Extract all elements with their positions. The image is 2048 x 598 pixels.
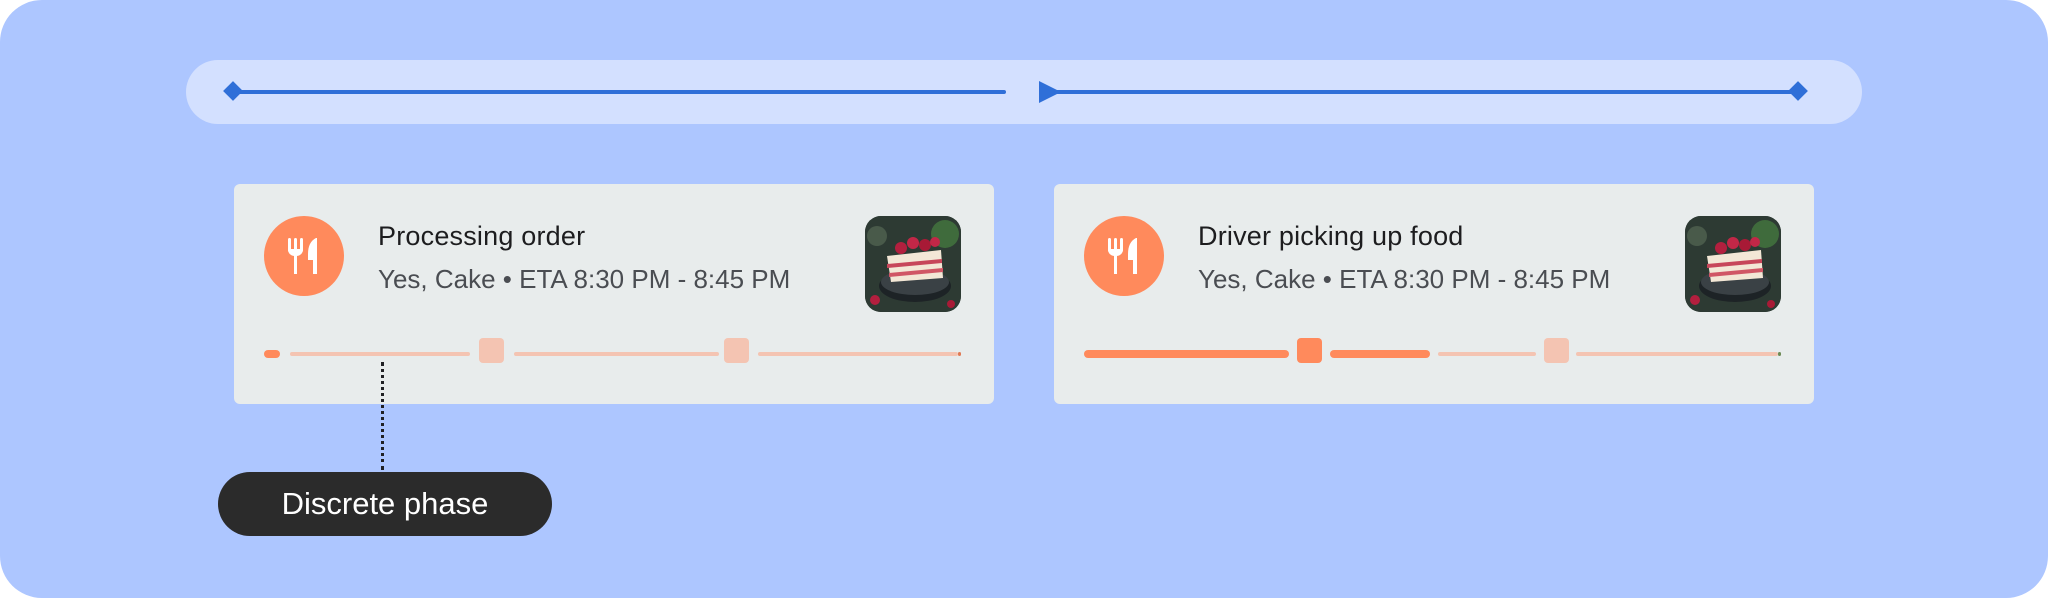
card-title: Processing order [378,221,586,251]
order-status-card[interactable]: Driver picking up food Yes, Cake • ETA 8… [1054,184,1814,404]
progress-segment [290,352,470,356]
timeline-track-left [232,90,1006,94]
discrete-phase-callout: Discrete phase [218,472,552,536]
progress-end-marker [1778,352,1781,356]
restaurant-icon [1084,216,1164,296]
progress-segment [758,352,958,356]
card-title: Driver picking up food [1198,221,1464,251]
order-status-card[interactable]: Processing order Yes, Cake • ETA 8:30 PM… [234,184,994,404]
timeline-scrubber[interactable] [186,60,1862,124]
cake-thumbnail [1685,216,1781,312]
progress-complete-segment [1084,350,1289,358]
phase-marker [479,338,504,363]
progress-current-segment [1330,350,1430,358]
cake-thumbnail [865,216,961,312]
timeline-track-right [1054,90,1799,94]
progress-current-phase [264,350,280,358]
callout-connector [381,362,384,470]
card-subtitle: Yes, Cake • ETA 8:30 PM - 8:45 PM [1198,264,1611,294]
progress-segment [1438,352,1536,356]
diamond-icon [1788,81,1808,101]
phase-marker [1544,338,1569,363]
progress-end-marker [958,352,961,356]
progress-segment [1576,352,1778,356]
phase-marker-active [1297,338,1322,363]
phase-marker [724,338,749,363]
canvas: Processing order Yes, Cake • ETA 8:30 PM… [0,0,2048,598]
restaurant-icon [264,216,344,296]
progress-segment [514,352,719,356]
card-subtitle: Yes, Cake • ETA 8:30 PM - 8:45 PM [378,264,791,294]
